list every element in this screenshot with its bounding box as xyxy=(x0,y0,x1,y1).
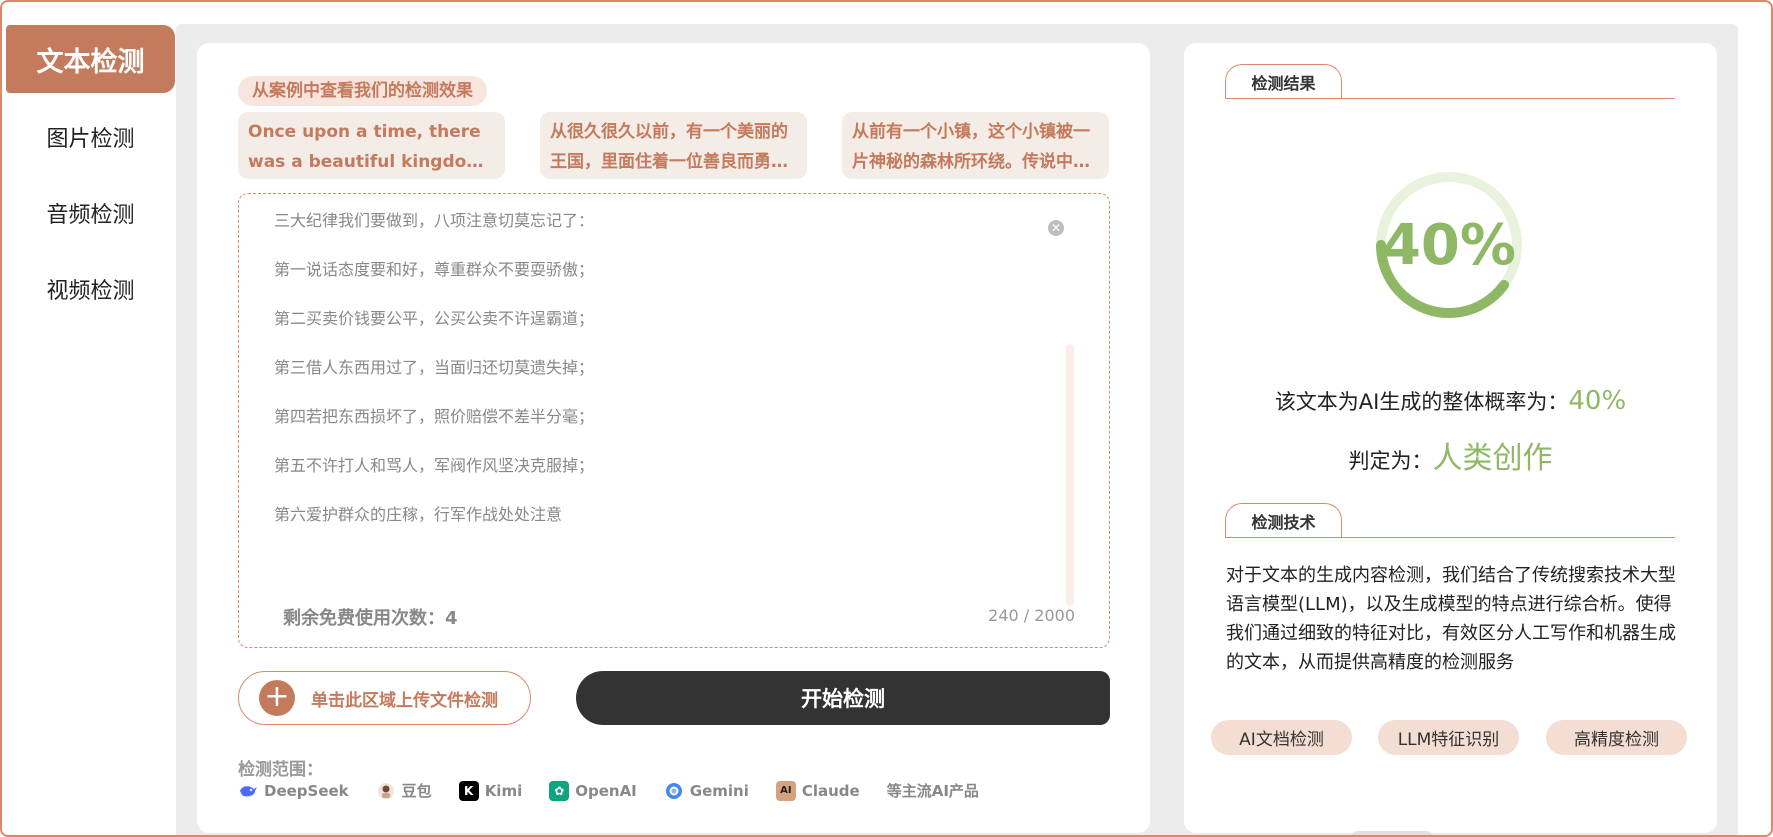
sidebar-item-audio-detection[interactable]: 音频检测 xyxy=(6,179,175,247)
model-list: DeepSeek 豆包 K Kimi ✿ OpenAI Gemini AI Cl… xyxy=(238,780,979,801)
gemini-icon xyxy=(664,781,684,801)
sidebar-item-video-detection[interactable]: 视频检测 xyxy=(6,255,175,323)
char-count: 240 / 2000 xyxy=(988,606,1075,625)
claude-icon: AI xyxy=(775,780,796,801)
probability-label: 该文本为AI生成的整体概率为： xyxy=(1274,390,1569,414)
text-input-area[interactable]: 三大纪律我们要做到，八项注意切莫忘记了： 第一说话态度要和好，尊重群众不要耍骄傲… xyxy=(238,193,1110,648)
doubao-icon xyxy=(376,781,396,801)
model-name: 豆包 xyxy=(401,782,432,800)
openai-icon: ✿ xyxy=(549,780,570,801)
model-doubao: 豆包 xyxy=(376,780,432,801)
example-chip-1[interactable]: Once upon a time, there was a beautiful … xyxy=(238,112,505,179)
plus-icon: + xyxy=(259,680,295,716)
model-name: Kimi xyxy=(484,781,523,800)
remaining-uses: 剩余免费使用次数：4 xyxy=(283,608,458,629)
text-line: 第二买卖价钱要公平，公买公卖不许逞霸道； xyxy=(274,309,595,328)
result-divider xyxy=(1225,98,1675,99)
tag-llm-feature: LLM特征识别 xyxy=(1378,720,1519,755)
text-line: 第六爱护群众的庄稼，行军作战处处注意 xyxy=(274,505,563,524)
model-claude: AI Claude xyxy=(775,780,860,801)
tech-divider xyxy=(1225,537,1675,538)
upload-file-button[interactable]: + 单击此区域上传文件检测 xyxy=(238,671,531,725)
text-scrollbar[interactable] xyxy=(1066,344,1074,606)
verdict-value: 人类创作 xyxy=(1432,441,1553,476)
start-detection-button[interactable]: 开始检测 xyxy=(576,671,1110,725)
tech-section-title: 检测技术 xyxy=(1225,503,1342,537)
model-name: Claude xyxy=(801,781,860,800)
app-window: 文本检测 图片检测 音频检测 视频检测 从案例中查看我们的检测效果 Once u… xyxy=(0,0,1773,837)
text-line: 第四若把东西损坏了，照价赔偿不差半分毫； xyxy=(274,407,595,426)
deepseek-icon xyxy=(238,781,258,801)
clear-icon[interactable]: ✕ xyxy=(1048,220,1064,236)
result-panel: 检测结果 40% 该文本为AI生成的整体概率为：40% 判定为：人类创作 检测技… xyxy=(1184,43,1717,833)
resize-handle[interactable] xyxy=(1352,831,1432,835)
text-line: 三大纪律我们要做到，八项注意切莫忘记了： xyxy=(274,211,595,230)
model-etc: 等主流AI产品 xyxy=(886,782,979,800)
model-openai: ✿ OpenAI xyxy=(549,780,637,801)
text-line: 第一说话态度要和好，尊重群众不要耍骄傲； xyxy=(274,260,595,279)
example-chip-3[interactable]: 从前有一个小镇，这个小镇被一片神秘的森林所环绕。传说中，森... xyxy=(842,112,1109,179)
model-name: Gemini xyxy=(689,781,749,800)
model-gemini: Gemini xyxy=(664,781,749,801)
tech-description: 对于文本的生成内容检测，我们结合了传统搜索技术大型语言模型(LLM)，以及生成模… xyxy=(1226,565,1676,673)
result-section-title: 检测结果 xyxy=(1225,64,1342,98)
model-name: DeepSeek xyxy=(264,781,349,800)
probability-value: 40% xyxy=(1568,386,1627,416)
model-deepseek: DeepSeek xyxy=(238,781,349,801)
tag-high-precision: 高精度检测 xyxy=(1546,720,1687,755)
example-chip-2[interactable]: 从很久很久以前，有一个美丽的王国，里面住着一位善良而勇敢的... xyxy=(540,112,807,179)
kimi-icon: K xyxy=(458,780,479,801)
gauge-value: 40% xyxy=(1381,212,1517,278)
sidebar-item-text-detection[interactable]: 文本检测 xyxy=(6,25,175,93)
probability-row: 该文本为AI生成的整体概率为：40% xyxy=(1184,386,1717,416)
text-input-content[interactable]: 三大纪律我们要做到，八项注意切莫忘记了： 第一说话态度要和好，尊重群众不要耍骄傲… xyxy=(274,208,1049,551)
text-line: 第五不许打人和骂人，军阀作风坚决克服掉； xyxy=(274,456,595,475)
text-line: 第三借人东西用过了，当面归还切莫遗失掉； xyxy=(274,358,595,377)
tag-ai-doc-detection: AI文档检测 xyxy=(1211,720,1352,755)
verdict-label: 判定为： xyxy=(1348,449,1433,473)
sidebar-item-image-detection[interactable]: 图片检测 xyxy=(6,103,175,171)
verdict-row: 判定为：人类创作 xyxy=(1184,433,1717,477)
scope-label: 检测范围： xyxy=(238,760,323,780)
upload-label: 单击此区域上传文件检测 xyxy=(311,690,498,711)
model-name: OpenAI xyxy=(575,781,637,800)
examples-title: 从案例中查看我们的检测效果 xyxy=(238,76,487,106)
input-panel: 从案例中查看我们的检测效果 Once upon a time, there wa… xyxy=(197,43,1150,833)
model-kimi: K Kimi xyxy=(458,780,523,801)
